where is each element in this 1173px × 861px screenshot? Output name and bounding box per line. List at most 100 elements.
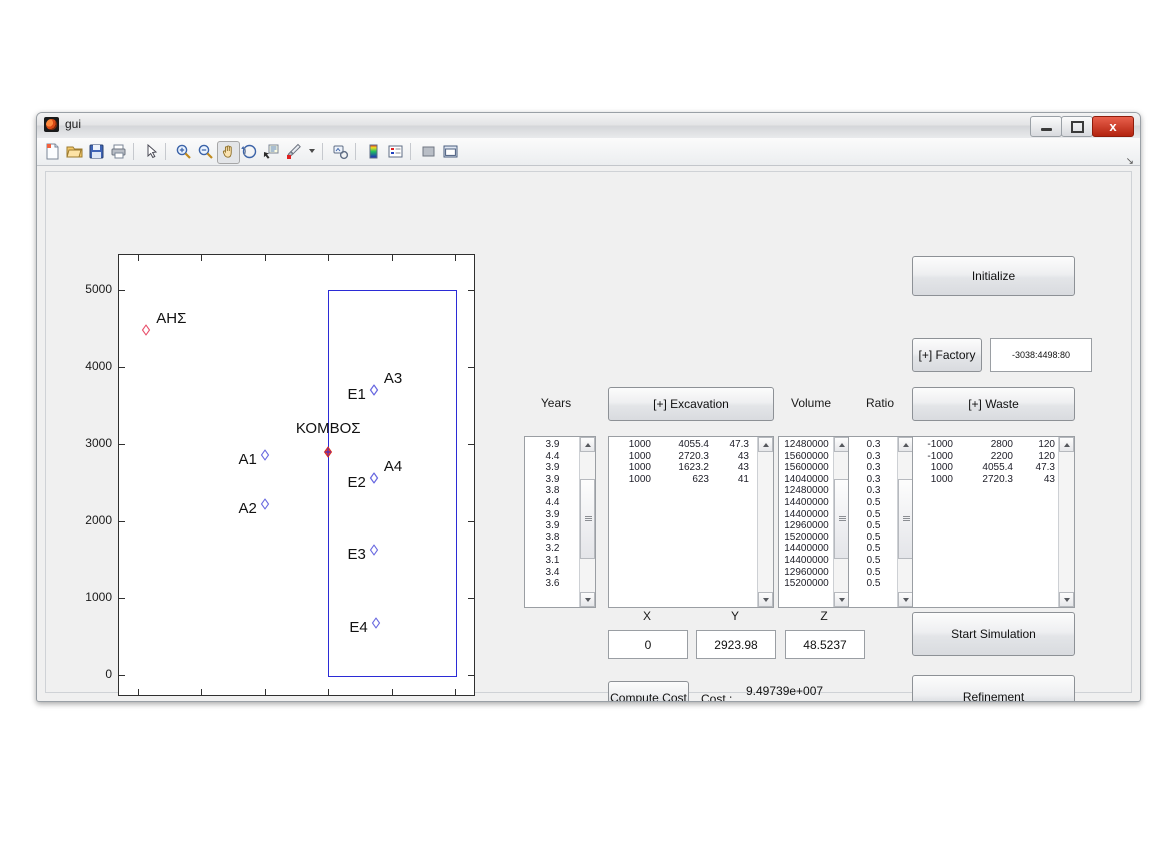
- list-item[interactable]: 0.5: [849, 497, 898, 509]
- pointer-icon[interactable]: [141, 141, 162, 162]
- scroll-up-arrow-icon[interactable]: [898, 437, 913, 452]
- list-item[interactable]: 1000 2720.3 43: [609, 451, 758, 463]
- listbox-scrollbar[interactable]: [757, 437, 773, 607]
- list-item[interactable]: 0.5: [849, 543, 898, 555]
- scroll-down-arrow-icon[interactable]: [834, 592, 849, 607]
- list-item[interactable]: 0.5: [849, 578, 898, 590]
- hide-plot-tools-icon[interactable]: [418, 141, 439, 162]
- plot-marker-E1[interactable]: [369, 383, 379, 397]
- initialize-button[interactable]: Initialize: [912, 256, 1075, 296]
- list-item[interactable]: 1000 2720.3 43: [913, 474, 1059, 486]
- plot-marker-E2[interactable]: [369, 471, 379, 484]
- scroll-up-arrow-icon[interactable]: [834, 437, 849, 452]
- list-item[interactable]: 3.9: [525, 509, 580, 521]
- list-item[interactable]: 0.3: [849, 462, 898, 474]
- excavation-listbox[interactable]: 1000 4055.4 47.3 1000 2720.3 43 1000 1623.2 43 10…: [608, 436, 774, 608]
- list-item[interactable]: 1000 1623.2 43: [609, 462, 758, 474]
- list-item[interactable]: 0.5: [849, 509, 898, 521]
- excavation-button[interactable]: [+] Excavation: [608, 387, 774, 421]
- list-item[interactable]: 1000 4055.4 47.3: [609, 439, 758, 451]
- list-item[interactable]: 0.3: [849, 451, 898, 463]
- new-figure-icon[interactable]: [42, 141, 63, 162]
- list-item[interactable]: 14400000: [779, 543, 834, 555]
- list-item[interactable]: 1000 623 41: [609, 474, 758, 486]
- factory-value-field[interactable]: -3038:4498:80: [990, 338, 1092, 372]
- list-item[interactable]: 3.8: [525, 532, 580, 544]
- list-item[interactable]: 3.9: [525, 439, 580, 451]
- link-plot-icon[interactable]: [330, 141, 351, 162]
- listbox-scrollbar[interactable]: [833, 437, 849, 607]
- plot-marker-ΑΗΣ[interactable]: [142, 323, 151, 337]
- zoom-out-icon[interactable]: [195, 141, 216, 162]
- list-item[interactable]: 0.3: [849, 485, 898, 497]
- list-item[interactable]: 12480000: [779, 439, 834, 451]
- plot-marker-E3[interactable]: [369, 542, 379, 556]
- list-item[interactable]: 15600000: [779, 451, 834, 463]
- years-listbox[interactable]: 3.9 4.4 3.9 3.9 3.8 4.4 3.9 3.9 3.8 3.2 3.1 3.4 3.6: [524, 436, 596, 608]
- list-item[interactable]: 3.6: [525, 578, 580, 590]
- list-item[interactable]: 3.2: [525, 543, 580, 555]
- legend-icon[interactable]: [385, 141, 406, 162]
- scroll-down-arrow-icon[interactable]: [758, 592, 773, 607]
- list-item[interactable]: 14400000: [779, 555, 834, 567]
- list-item[interactable]: 14400000: [779, 497, 834, 509]
- ratio-listbox[interactable]: 0.3 0.3 0.3 0.3 0.3 0.5 0.5 0.5 0.5 0.5 0.5 0.5 0.5: [848, 436, 914, 608]
- listbox-scrollbar[interactable]: [1058, 437, 1074, 607]
- plot-marker-ΚΟΜΒΟΣ[interactable]: [324, 444, 333, 458]
- list-item[interactable]: 15200000: [779, 578, 834, 590]
- scroll-up-arrow-icon[interactable]: [1059, 437, 1074, 452]
- list-item[interactable]: 15200000: [779, 532, 834, 544]
- close-button[interactable]: x: [1092, 116, 1134, 137]
- maximize-button[interactable]: [1061, 116, 1093, 137]
- list-item[interactable]: 0.3: [849, 439, 898, 451]
- list-item[interactable]: 0.5: [849, 520, 898, 532]
- list-item[interactable]: 15600000: [779, 462, 834, 474]
- plot-marker-A1[interactable]: [260, 448, 269, 461]
- open-file-icon[interactable]: [64, 141, 85, 162]
- list-item[interactable]: -1000 2200 120: [913, 451, 1059, 463]
- list-item[interactable]: 4.4: [525, 451, 580, 463]
- show-plot-tools-icon[interactable]: [440, 141, 461, 162]
- zoom-in-icon[interactable]: [173, 141, 194, 162]
- list-item[interactable]: 12960000: [779, 520, 834, 532]
- list-item[interactable]: 14400000: [779, 509, 834, 521]
- z-input[interactable]: 48.5237: [785, 630, 865, 659]
- waste-listbox[interactable]: -1000 2800 120 -1000 2200 120 1000 4055.4 47.3 10…: [912, 436, 1075, 608]
- list-item[interactable]: 4.4: [525, 497, 580, 509]
- toolbar-collapse-icon[interactable]: ↘: [1126, 156, 1134, 167]
- scroll-thumb[interactable]: [580, 479, 595, 559]
- x-input[interactable]: 0: [608, 630, 688, 659]
- list-item[interactable]: 3.8: [525, 485, 580, 497]
- save-figure-icon[interactable]: [86, 141, 107, 162]
- list-item[interactable]: 0.5: [849, 567, 898, 579]
- mine-layout-plot[interactable]: ΑΗΣ A1 A2 A3 A4 E1 E2 E3 E4 ΚΟΜΒΟΣ: [118, 254, 475, 696]
- brush-icon[interactable]: [283, 141, 304, 162]
- list-item[interactable]: 14040000: [779, 474, 834, 486]
- list-item[interactable]: 0.5: [849, 555, 898, 567]
- list-item[interactable]: 3.9: [525, 462, 580, 474]
- plot-marker-E4[interactable]: [371, 616, 380, 629]
- list-item[interactable]: 12480000: [779, 485, 834, 497]
- data-cursor-icon[interactable]: [261, 141, 282, 162]
- colorbar-icon[interactable]: [363, 141, 384, 162]
- list-item[interactable]: 3.4: [525, 567, 580, 579]
- list-item[interactable]: 3.9: [525, 474, 580, 486]
- scroll-down-arrow-icon[interactable]: [1059, 592, 1074, 607]
- y-input[interactable]: 2923.98: [696, 630, 776, 659]
- factory-button[interactable]: [+] Factory: [912, 338, 982, 372]
- scroll-up-arrow-icon[interactable]: [758, 437, 773, 452]
- list-item[interactable]: 12960000: [779, 567, 834, 579]
- scroll-thumb[interactable]: [834, 479, 849, 559]
- scroll-up-arrow-icon[interactable]: [580, 437, 595, 452]
- compute-cost-button[interactable]: Compute Cost: [608, 681, 689, 701]
- list-item[interactable]: 3.1: [525, 555, 580, 567]
- waste-button[interactable]: [+] Waste: [912, 387, 1075, 421]
- pan-icon[interactable]: [217, 141, 240, 164]
- plot-marker-A2[interactable]: [260, 497, 269, 511]
- start-simulation-button[interactable]: Start Simulation: [912, 612, 1075, 656]
- list-item[interactable]: 0.3: [849, 474, 898, 486]
- scroll-thumb[interactable]: [898, 479, 913, 559]
- brush-dropdown-caret-icon[interactable]: [309, 149, 315, 153]
- list-item[interactable]: 3.9: [525, 520, 580, 532]
- volume-listbox[interactable]: 12480000 15600000 15600000 14040000 12480000…: [778, 436, 850, 608]
